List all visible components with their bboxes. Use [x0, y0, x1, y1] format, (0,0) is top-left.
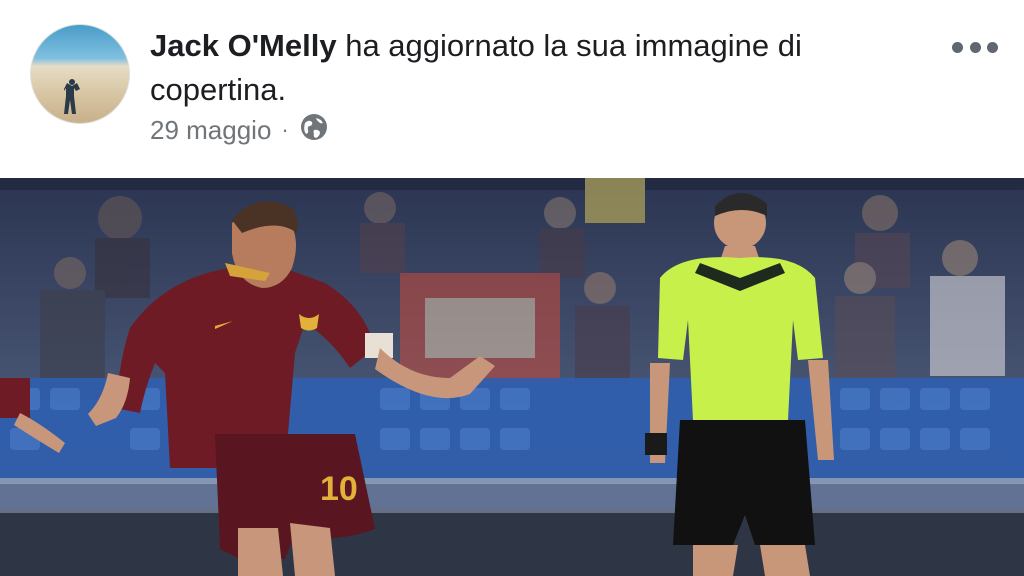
more-dot — [952, 41, 963, 53]
avatar-figure — [64, 79, 80, 114]
post-text: Jack O'Melly ha aggiornato la sua immagi… — [150, 24, 930, 112]
avatar[interactable] — [30, 24, 130, 124]
more-options-icon[interactable] — [952, 34, 998, 60]
cover-photo[interactable]: 10 — [0, 178, 1024, 576]
post-header: Jack O'Melly ha aggiornato la sua immagi… — [0, 0, 1024, 178]
post-date[interactable]: 29 maggio — [150, 115, 271, 146]
globe-icon[interactable] — [299, 112, 329, 149]
jersey-number: 10 — [320, 470, 358, 508]
post-meta: 29 maggio · — [150, 112, 329, 148]
more-dot — [969, 41, 981, 53]
more-dot — [987, 41, 998, 53]
author-name[interactable]: Jack O'Melly — [150, 28, 337, 63]
cover-photo-scene: 10 — [0, 178, 1024, 576]
meta-separator: · — [281, 117, 289, 142]
